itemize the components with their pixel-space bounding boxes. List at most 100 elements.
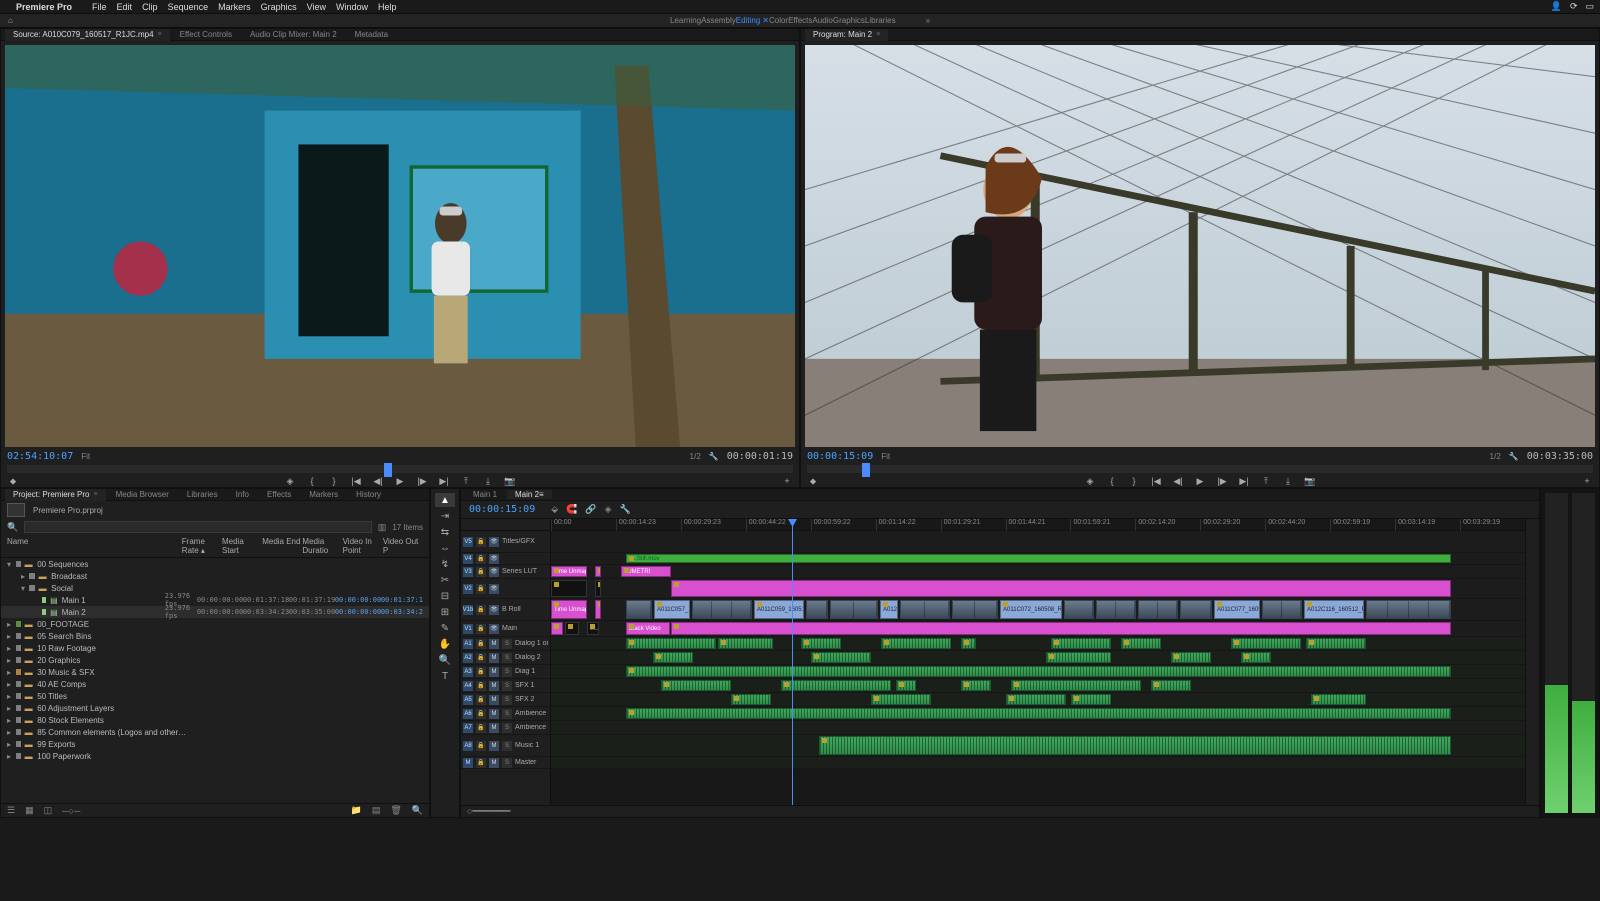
lock-icon[interactable]: 🔒 <box>476 667 486 677</box>
add-marker-button[interactable]: ◈ <box>284 476 296 487</box>
project-item[interactable]: ▸▬40 AE Comps <box>1 678 429 690</box>
source-monitor-viewport[interactable] <box>5 45 795 447</box>
clip[interactable] <box>551 580 587 597</box>
clip[interactable] <box>1046 652 1111 663</box>
menu-edit[interactable]: Edit <box>117 2 133 12</box>
clip[interactable] <box>806 600 828 619</box>
workspace-effects[interactable]: Effects <box>788 16 812 25</box>
workspace-overflow-icon[interactable]: » <box>926 16 930 25</box>
program-resolution[interactable]: 1/2 <box>1490 452 1501 461</box>
lock-icon[interactable]: 🔒 <box>476 537 486 547</box>
new-bin-icon[interactable]: 📁 <box>351 805 362 816</box>
timeline-playhead[interactable] <box>792 519 793 805</box>
project-item[interactable]: ▸▬30 Music & SFX <box>1 666 429 678</box>
solo-toggle[interactable]: S <box>502 758 512 768</box>
clip[interactable] <box>565 622 579 635</box>
go-in-button[interactable]: |◀ <box>1150 476 1162 487</box>
settings-icon[interactable]: 🔧 <box>709 452 719 461</box>
mute-toggle[interactable]: M <box>489 695 499 705</box>
hand-tool[interactable]: ✋ <box>435 637 455 651</box>
clip[interactable] <box>626 600 652 619</box>
clip[interactable]: A012 <box>880 600 898 619</box>
mute-toggle[interactable]: M <box>489 639 499 649</box>
settings-icon[interactable]: 🔧 <box>1509 452 1519 461</box>
menu-sequence[interactable]: Sequence <box>168 2 209 12</box>
workspace-close-icon[interactable]: ✕ <box>762 16 769 25</box>
source-playhead[interactable] <box>384 463 392 477</box>
column-header[interactable]: Video Out P <box>383 537 423 555</box>
pen-tool[interactable]: ✎ <box>435 621 455 635</box>
trash-icon[interactable]: 🗑 <box>390 805 401 816</box>
extract-button[interactable]: ⤓ <box>482 476 494 487</box>
track-header[interactable]: A7🔒MSAmbience 2 <box>461 721 550 735</box>
slip-tool[interactable]: ⊟ <box>435 589 455 603</box>
clip[interactable] <box>811 652 871 663</box>
menu-clip[interactable]: Clip <box>142 2 158 12</box>
sync-icon[interactable]: ⟳ <box>1570 1 1578 12</box>
menu-help[interactable]: Help <box>378 2 397 12</box>
extract-button[interactable]: ⤓ <box>1282 476 1294 487</box>
clip[interactable] <box>1151 680 1191 691</box>
disclosure-icon[interactable]: ▸ <box>7 668 16 677</box>
icon-view-icon[interactable]: ▦ <box>25 805 34 816</box>
user-icon[interactable]: 👤 <box>1551 1 1562 12</box>
track-target-toggle[interactable]: V1b <box>463 605 473 615</box>
visibility-toggle[interactable]: 👁 <box>489 584 499 594</box>
ripple-tool[interactable]: ⇆ <box>435 525 455 539</box>
clip[interactable] <box>871 694 931 705</box>
track-header[interactable]: V1🔒👁Main <box>461 621 550 637</box>
find-icon[interactable]: 🔍 <box>412 805 423 816</box>
clip[interactable] <box>961 638 976 649</box>
clip[interactable] <box>1121 638 1161 649</box>
project-item[interactable]: ▾▬00 Sequences <box>1 558 429 570</box>
disclosure-icon[interactable]: ▸ <box>7 620 16 629</box>
source-scrubber[interactable] <box>7 465 793 473</box>
timeline-zoom-slider[interactable]: ○━━━━━━━ <box>467 806 510 817</box>
clip[interactable]: A011C072_160508_R1JC.mp4 <box>1000 600 1062 619</box>
track-header[interactable]: V1b🔒👁B Roll <box>461 599 550 621</box>
track[interactable] <box>551 531 1525 553</box>
track-header[interactable]: A2🔒MSDialog 2 <box>461 651 550 665</box>
solo-toggle[interactable]: S <box>502 639 512 649</box>
selection-tool[interactable]: ▲ <box>435 493 455 507</box>
clip[interactable] <box>1051 638 1111 649</box>
disclosure-icon[interactable]: ▸ <box>21 572 29 581</box>
track-header[interactable]: A1🔒MSDialog 1 or Music <box>461 637 550 651</box>
razor-tool[interactable]: ✂ <box>435 573 455 587</box>
timeline-ruler[interactable]: 00:0000:00:14:2300:00:29:2300:00:44:2200… <box>551 519 1525 531</box>
visibility-toggle[interactable]: 👁 <box>489 537 499 547</box>
track-header[interactable]: A3🔒MSDiag 1 <box>461 665 550 679</box>
step-fwd-button[interactable]: |▶ <box>416 476 428 487</box>
mark-out-button[interactable]: } <box>1128 476 1140 486</box>
snap-icon[interactable]: 🧲 <box>566 504 577 515</box>
track[interactable] <box>551 651 1525 665</box>
app-name[interactable]: Premiere Pro <box>16 2 72 12</box>
new-item-icon[interactable]: ▤ <box>372 805 381 816</box>
disclosure-icon[interactable]: ▸ <box>7 728 16 737</box>
clip[interactable] <box>801 638 841 649</box>
clip[interactable] <box>961 680 991 691</box>
clip[interactable] <box>881 638 951 649</box>
project-item[interactable]: ▸▬Broadcast <box>1 570 429 582</box>
lock-icon[interactable]: 🔒 <box>476 653 486 663</box>
marker-icon[interactable]: ◈ <box>605 504 612 515</box>
tab[interactable]: Main 1 <box>465 490 505 499</box>
workspace-color[interactable]: Color <box>769 16 788 25</box>
visibility-toggle[interactable]: 👁 <box>489 554 499 564</box>
disclosure-icon[interactable]: ▸ <box>7 656 16 665</box>
track[interactable]: Time UnmappedA011C057_160512.mp4A011C059… <box>551 599 1525 621</box>
clip[interactable]: Time Unmapped <box>551 566 587 577</box>
lock-icon[interactable]: 🔒 <box>476 758 486 768</box>
clip[interactable] <box>661 680 731 691</box>
column-header[interactable]: Name <box>7 537 182 555</box>
disclosure-icon[interactable]: ▸ <box>7 704 16 713</box>
track[interactable] <box>551 693 1525 707</box>
mute-toggle[interactable]: M <box>489 667 499 677</box>
clip[interactable] <box>595 600 601 619</box>
column-header[interactable]: Media Start <box>222 537 262 555</box>
clip[interactable] <box>1096 600 1136 619</box>
track-target-toggle[interactable]: V4 <box>463 554 473 564</box>
clip[interactable]: Black Video <box>626 622 670 635</box>
disclosure-icon[interactable]: ▸ <box>7 716 16 725</box>
zoom-tool[interactable]: 🔍 <box>435 653 455 667</box>
